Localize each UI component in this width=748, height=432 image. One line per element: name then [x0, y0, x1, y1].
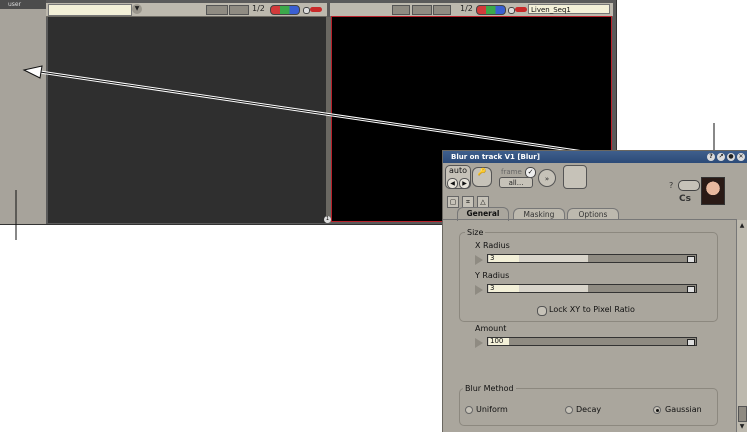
help-icon[interactable]: ?	[707, 153, 715, 161]
clip-field[interactable]	[48, 4, 132, 16]
radio-gaussian-label: Gaussian	[665, 405, 702, 414]
slider-menu-icon[interactable]	[687, 286, 695, 293]
chevron-down-icon[interactable]: ▼	[132, 4, 142, 14]
x-radius-value[interactable]: 3	[489, 255, 519, 262]
fullscreen-toggle-button[interactable]	[563, 165, 587, 189]
scroll-up-icon[interactable]: ▲	[738, 222, 746, 230]
size-group-title: Size	[465, 228, 486, 237]
close-icon[interactable]: ✕	[737, 153, 745, 161]
cs-label: Cs	[679, 194, 691, 204]
blur-method-title: Blur Method	[463, 384, 516, 393]
prev-keyframe-icon[interactable]: ◀	[447, 178, 458, 189]
amount-value[interactable]: 100	[489, 338, 509, 345]
y-radius-row: 3	[475, 284, 715, 295]
panel-tabs: General Masking Options	[443, 206, 747, 221]
left-panel: user	[0, 0, 46, 224]
tab-divider	[443, 219, 737, 220]
radio-uniform-label: Uniform	[476, 405, 508, 414]
pin-icon[interactable]: ↗	[717, 153, 725, 161]
keyframe-arrow-icon[interactable]	[475, 255, 483, 265]
record-toggle-icon[interactable]	[310, 7, 322, 12]
x-radius-row: 3	[475, 254, 715, 265]
overlay-dot-icon[interactable]	[508, 7, 515, 14]
undo-icon[interactable]	[678, 180, 700, 191]
y-radius-value[interactable]: 3	[489, 285, 519, 292]
blur-effect-panel: Blur on track V1 [Blur] ? ↗ ● ✕ auto ◀ ▶…	[442, 150, 747, 432]
source-viewer[interactable]	[48, 17, 326, 223]
scroll-thumb[interactable]	[738, 406, 747, 422]
transport-icon[interactable]	[206, 5, 228, 15]
slider-menu-icon[interactable]	[687, 339, 695, 346]
next-keyframe-icon[interactable]: ▶	[459, 178, 470, 189]
rgb-channels-icon[interactable]	[270, 5, 300, 15]
viewer-left-toolbar: ▼ 1/2	[46, 3, 327, 17]
corner-badge: 1	[324, 216, 331, 223]
viewer-right-toolbar: 1/2 Liven_Seq1	[330, 3, 613, 17]
amount-slider[interactable]: 100	[487, 337, 697, 346]
panel-titlebar[interactable]: Blur on track V1 [Blur] ? ↗ ● ✕	[443, 151, 747, 163]
zoom-half-label[interactable]: 1/2	[252, 4, 265, 13]
amount-label: Amount	[475, 324, 507, 333]
display-mode-icon[interactable]	[433, 5, 451, 15]
preview-thumbnail[interactable]	[701, 177, 725, 205]
zoom-half-label[interactable]: 1/2	[460, 4, 473, 13]
help-icon[interactable]: ?	[669, 181, 673, 190]
radio-decay-label: Decay	[576, 405, 602, 414]
info-icon[interactable]: ●	[727, 153, 735, 161]
x-radius-slider[interactable]: 3	[487, 254, 697, 263]
keyframe-arrow-icon[interactable]	[475, 338, 483, 348]
display-mode-icon[interactable]	[229, 5, 249, 15]
left-panel-header: user	[0, 0, 46, 9]
y-radius-slider[interactable]: 3	[487, 284, 697, 293]
keyframe-arrow-icon[interactable]	[475, 285, 483, 295]
frame-label: frame	[501, 168, 522, 176]
transport-icon[interactable]	[392, 5, 410, 15]
rgb-channels-icon[interactable]	[476, 5, 506, 15]
overlay-dot-icon[interactable]	[303, 7, 310, 14]
sequence-name-field[interactable]: Liven_Seq1	[528, 4, 610, 14]
transport-icon[interactable]	[412, 5, 432, 15]
record-toggle-icon[interactable]	[515, 7, 527, 12]
panel-title: Blur on track V1 [Blur]	[451, 153, 540, 161]
y-radius-label: Y Radius	[475, 271, 510, 280]
lock-xy-checkbox[interactable]	[537, 306, 547, 316]
panel-scrollbar[interactable]: ▲ ▼	[736, 220, 747, 432]
key-icon[interactable]: 🔑	[472, 167, 492, 187]
radio-gaussian[interactable]	[653, 406, 661, 414]
all-button[interactable]: all...	[499, 177, 533, 188]
x-radius-label: X Radius	[475, 241, 510, 250]
slider-menu-icon[interactable]	[687, 256, 695, 263]
auto-label: auto	[449, 166, 468, 175]
panel-toolbar: auto ◀ ▶ 🔑 frame ✓ all... » ? Cs	[443, 164, 747, 205]
fast-forward-icon[interactable]: »	[538, 169, 556, 187]
radio-decay[interactable]	[565, 406, 573, 414]
lock-xy-label: Lock XY to Pixel Ratio	[549, 305, 635, 314]
scroll-down-icon[interactable]: ▼	[738, 423, 746, 431]
amount-row: 100	[475, 337, 715, 348]
radio-uniform[interactable]	[465, 406, 473, 414]
